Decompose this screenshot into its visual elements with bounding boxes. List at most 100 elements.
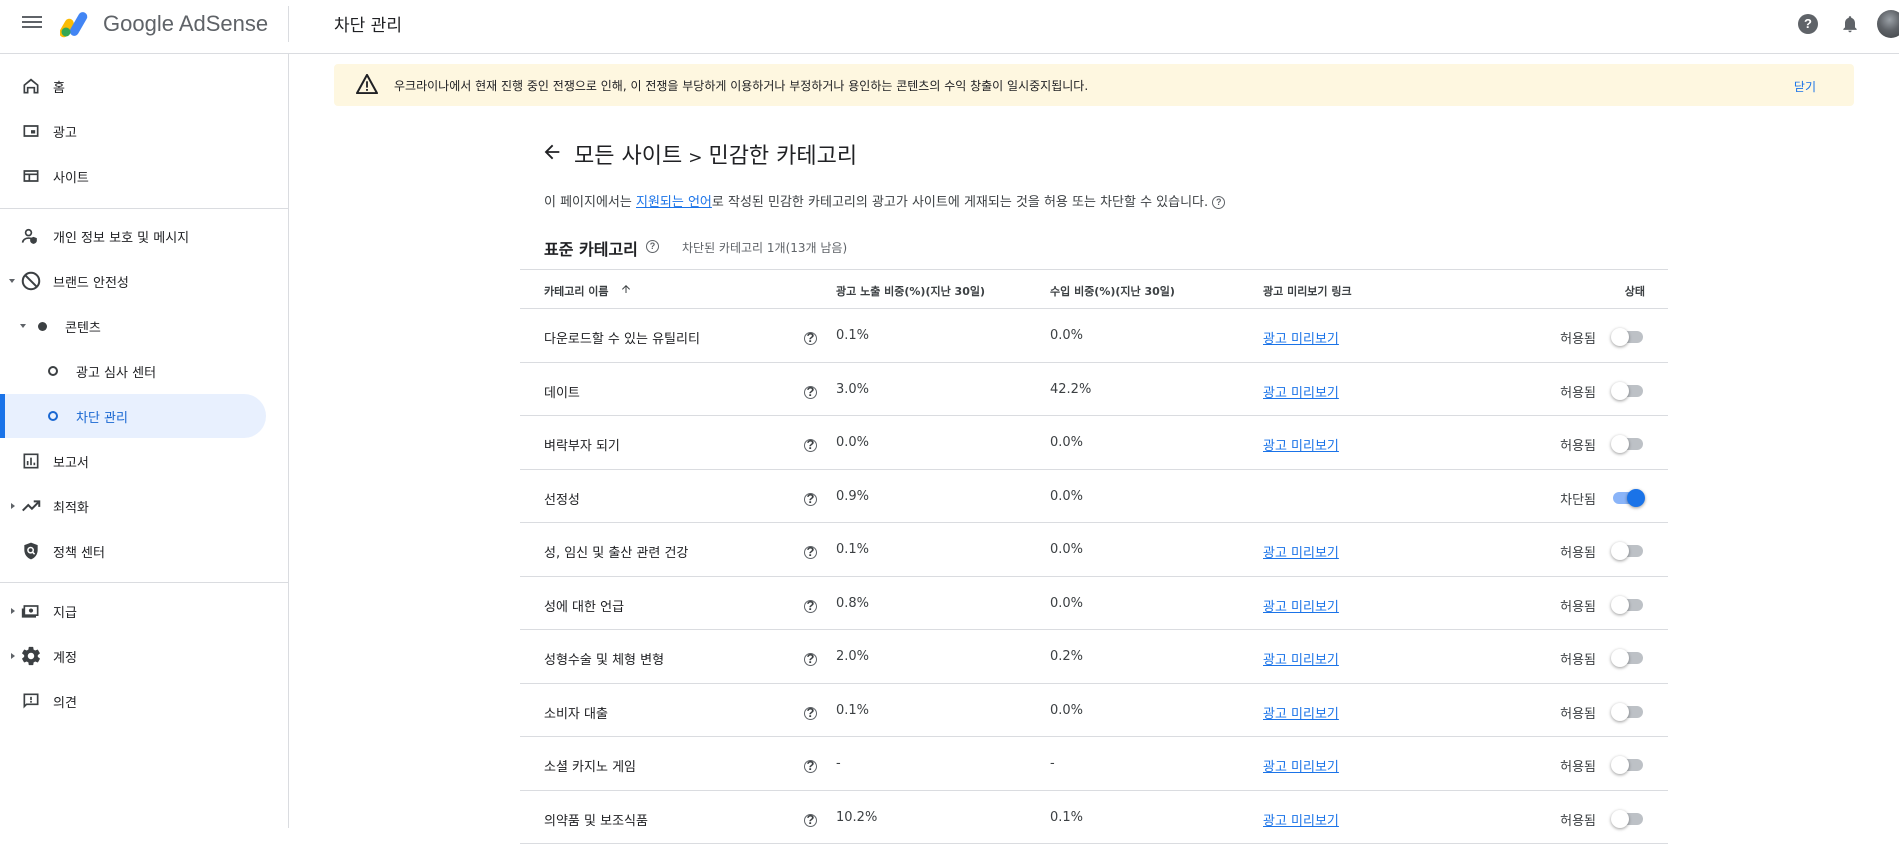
ad-preview-link[interactable]: 광고 미리보기 [1263,756,1339,775]
gear-icon [20,645,42,667]
help-icon[interactable]: ? [804,386,817,399]
sidebar-item-label: 지급 [53,602,77,621]
sidebar-item-blocking-controls[interactable]: 차단 관리 [0,394,266,438]
block-toggle[interactable] [1611,489,1645,507]
table-row: 소비자 대출?0.1%0.0%광고 미리보기허용됨 [520,684,1668,738]
sidebar-item-label: 의견 [53,692,77,711]
revenue-share: - [1050,756,1055,771]
sidebar-item-brand-safety[interactable]: 브랜드 안전성 [0,259,266,303]
toggle-knob [1611,703,1629,721]
chevron-right-icon [11,503,15,509]
table-header: 카테고리 이름 광고 노출 비중(%)(지난 30일) 수입 비중(%)(지난 … [520,269,1668,309]
circle-icon [42,360,64,382]
notifications-bell-icon[interactable] [1840,14,1860,34]
notice-banner: 우크라이나에서 현재 진행 중인 전쟁으로 인해, 이 전쟁을 부당하게 이용하… [334,64,1854,106]
category-name: 성형수술 및 체형 변형 [544,649,664,668]
back-arrow-icon[interactable] [541,141,563,163]
help-icon[interactable]: ? [646,240,659,253]
status-label: 허용됨 [1560,756,1596,775]
sort-arrow-up-icon[interactable] [620,283,632,295]
ad-preview-link[interactable]: 광고 미리보기 [1263,596,1339,615]
block-toggle[interactable] [1611,756,1645,774]
table-row: 의약품 및 보조식품?10.2%0.1%광고 미리보기허용됨 [520,791,1668,844]
dot-icon [31,315,53,337]
block-toggle[interactable] [1611,328,1645,346]
toggle-knob [1611,810,1629,828]
impression-share: 0.0% [836,435,869,450]
circle-icon [42,405,64,427]
ad-preview-link[interactable]: 광고 미리보기 [1263,435,1339,454]
adsense-logo-icon [60,10,94,38]
help-icon[interactable]: ? [804,439,817,452]
revenue-share: 0.0% [1050,596,1083,611]
sidebar-item-optimization[interactable]: 최적화 [0,484,266,528]
privacy-messaging-icon [20,225,42,247]
help-icon[interactable]: ? [804,332,817,345]
impression-share: 0.8% [836,596,869,611]
avatar[interactable] [1877,10,1899,38]
status-label: 허용됨 [1560,703,1596,722]
table-row: 벼락부자 되기?0.0%0.0%광고 미리보기허용됨 [520,416,1668,470]
toggle-knob [1611,542,1629,560]
sidebar-item-label: 콘텐츠 [65,317,101,336]
toggle-knob [1611,435,1629,453]
help-icon[interactable]: ? [1798,14,1818,34]
block-toggle[interactable] [1611,810,1645,828]
help-icon[interactable]: ? [804,546,817,559]
column-header-impressions: 광고 노출 비중(%)(지난 30일) [836,283,985,299]
revenue-share: 0.0% [1050,542,1083,557]
help-icon[interactable]: ? [1212,196,1225,209]
sidebar-item-sites[interactable]: 사이트 [0,154,266,198]
sidebar-item-reports[interactable]: 보고서 [0,439,266,483]
block-toggle[interactable] [1611,435,1645,453]
column-header-name[interactable]: 카테고리 이름 [544,283,609,299]
table-body: 다운로드할 수 있는 유틸리티?0.1%0.0%광고 미리보기허용됨데이트?3.… [520,309,1668,844]
status-label: 허용됨 [1560,328,1596,347]
ad-preview-link[interactable]: 광고 미리보기 [1263,810,1339,829]
sidebar-item-label: 보고서 [53,452,89,471]
category-name: 소비자 대출 [544,703,608,722]
sidebar-item-home[interactable]: 홈 [0,64,266,108]
sidebar-item-ad-review-center[interactable]: 광고 심사 센터 [0,349,266,393]
table-row: 다운로드할 수 있는 유틸리티?0.1%0.0%광고 미리보기허용됨 [520,309,1668,363]
block-toggle[interactable] [1611,596,1645,614]
supported-languages-link[interactable]: 지원되는 언어 [636,195,712,210]
sidebar-item-feedback[interactable]: 의견 [0,679,266,723]
ad-preview-link[interactable]: 광고 미리보기 [1263,328,1339,347]
ad-preview-link[interactable]: 광고 미리보기 [1263,542,1339,561]
revenue-share: 0.0% [1050,703,1083,718]
sidebar-item-account[interactable]: 계정 [0,634,266,678]
table-row: 성형수술 및 체형 변형?2.0%0.2%광고 미리보기허용됨 [520,630,1668,684]
ad-preview-link[interactable]: 광고 미리보기 [1263,382,1339,401]
table-row: 데이트?3.0%42.2%광고 미리보기허용됨 [520,363,1668,417]
sidebar-item-payments[interactable]: 지급 [0,589,266,633]
block-toggle[interactable] [1611,542,1645,560]
status-label: 허용됨 [1560,435,1596,454]
help-icon[interactable]: ? [804,653,817,666]
help-icon[interactable]: ? [804,814,817,827]
help-icon[interactable]: ? [804,493,817,506]
reports-icon [20,450,42,472]
ad-preview-link[interactable]: 광고 미리보기 [1263,703,1339,722]
block-toggle[interactable] [1611,382,1645,400]
help-icon[interactable]: ? [804,600,817,613]
impression-share: 0.9% [836,489,869,504]
sidebar-item-label: 계정 [53,647,77,666]
help-icon[interactable]: ? [804,707,817,720]
help-icon[interactable]: ? [804,760,817,773]
sidebar-item-policy-center[interactable]: 정책 센터 [0,529,266,573]
sidebar-item-content[interactable]: 콘텐츠 [0,304,266,348]
banner-close-button[interactable]: 닫기 [1794,78,1816,95]
block-toggle[interactable] [1611,703,1645,721]
sidebar-item-ads[interactable]: 광고 [0,109,266,153]
sidebar-item-privacy-messaging[interactable]: 개인 정보 보호 및 메시지 [0,214,266,258]
category-name: 데이트 [544,382,580,401]
chevron-right-icon [11,653,15,659]
ad-preview-link[interactable]: 광고 미리보기 [1263,649,1339,668]
menu-icon[interactable] [22,13,42,33]
category-name: 성에 대한 언급 [544,596,624,615]
category-name: 성, 임신 및 출산 관련 건강 [544,542,688,561]
sidebar-item-label: 사이트 [53,167,89,186]
block-toggle[interactable] [1611,649,1645,667]
breadcrumb-parent[interactable]: 모든 사이트 [574,144,682,169]
